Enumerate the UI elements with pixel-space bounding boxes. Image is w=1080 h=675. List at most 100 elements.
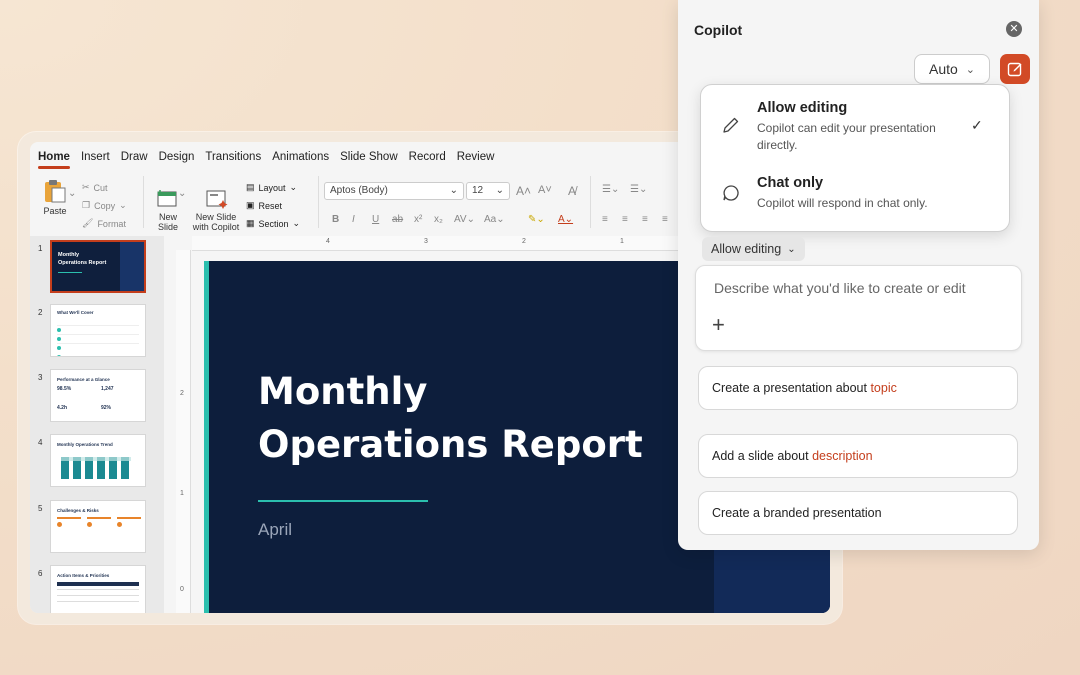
ruler-number: 0 — [180, 586, 184, 593]
thumb-line — [58, 272, 82, 273]
character-spacing-icon[interactable]: AV⌄ — [454, 214, 475, 225]
chevron-down-icon: ⌄ — [965, 63, 976, 76]
thumb-stat: 98.5% — [57, 386, 72, 392]
tab-record[interactable]: Record — [409, 145, 446, 169]
new-slide-with-copilot-button[interactable]: New Slide with Copilot — [190, 178, 242, 242]
section-button[interactable]: ▦ Section ⌄ — [246, 218, 300, 229]
tab-draw[interactable]: Draw — [121, 145, 148, 169]
font-size-select[interactable]: 12 ⌄ — [466, 182, 510, 200]
thumbnail-slide-2[interactable]: What We'll Cover — [50, 304, 146, 357]
model-select-button[interactable]: Auto ⌄ — [914, 54, 990, 84]
increase-font-icon[interactable]: A˄ — [516, 184, 531, 198]
decrease-font-icon[interactable]: A˅ — [538, 184, 552, 196]
tab-home[interactable]: Home — [38, 145, 70, 169]
ruler-number: 2 — [522, 238, 526, 245]
copilot-title: Copilot — [694, 22, 743, 38]
plus-icon[interactable]: + — [712, 312, 725, 338]
thumb-title: Monthly Operations Trend — [57, 442, 113, 447]
underline-icon[interactable]: U — [372, 214, 379, 225]
reset-button[interactable]: ▣ Reset — [246, 200, 282, 211]
brush-icon: 🖌 — [82, 218, 94, 228]
layout-button[interactable]: ▤ Layout ⌄ — [246, 182, 297, 193]
section-icon: ▦ — [246, 218, 255, 228]
paste-label: Paste — [43, 206, 67, 216]
chevron-down-icon[interactable]: ⌄ — [68, 188, 76, 199]
tab-animations[interactable]: Animations — [272, 145, 329, 169]
thumbnail-slide-4[interactable]: Monthly Operations Trend — [50, 434, 146, 487]
thumb-dot — [57, 522, 62, 527]
font-color-icon[interactable]: A⌄ — [558, 214, 573, 225]
thumb-table-row — [57, 589, 139, 590]
chevron-down-icon[interactable]: ⌄ — [178, 188, 186, 199]
copy-icon: ❐ — [82, 200, 91, 210]
thumbnail-slide-1[interactable]: Monthly Operations Report — [50, 240, 146, 293]
italic-icon[interactable]: I — [352, 214, 355, 225]
chat-bubble-icon — [723, 185, 739, 201]
thumbnail-slide-5[interactable]: Challenges & Risks — [50, 500, 146, 553]
menu-item-allow-editing[interactable]: Allow editing Copilot can edit your pres… — [701, 95, 1009, 161]
slide-title[interactable]: Monthly Operations Report — [258, 365, 643, 471]
model-label: Auto — [928, 61, 958, 77]
align-right-icon[interactable]: ≡ — [642, 214, 648, 225]
clear-format-icon[interactable]: A̸ — [568, 184, 576, 198]
suggestion-add-slide[interactable]: Add a slide about description — [698, 434, 1018, 478]
ruler-number: 2 — [180, 390, 184, 397]
strikethrough-icon[interactable]: ab — [392, 214, 403, 225]
ruler-number: 1 — [620, 238, 624, 245]
thumb-card — [87, 517, 111, 547]
chevron-down-icon: ⌄ — [449, 185, 458, 196]
thumbnail-slide-6[interactable]: Action Items & Priorities — [50, 565, 146, 613]
suggestion-highlight: description — [812, 449, 873, 463]
thumb-card — [117, 517, 141, 547]
thumb-row — [57, 337, 139, 350]
chevron-down-icon: ⌄ — [292, 218, 301, 228]
suggestion-create-presentation[interactable]: Create a presentation about topic — [698, 366, 1018, 410]
ruler-number: 3 — [424, 238, 428, 245]
prompt-input[interactable]: Describe what you'd like to create or ed… — [695, 265, 1022, 351]
suggestion-branded-presentation[interactable]: Create a branded presentation — [698, 491, 1018, 535]
thumbnail-slide-3[interactable]: Performance at a Glance 98.5% 1,247 4.2h… — [50, 369, 146, 422]
align-center-icon[interactable]: ≡ — [622, 214, 628, 225]
menu-item-chat-only[interactable]: Chat only Copilot will respond in chat o… — [701, 169, 1009, 235]
editing-mode-pill[interactable]: Allow editing ⌄ — [702, 237, 805, 261]
editing-mode-menu: Allow editing Copilot can edit your pres… — [700, 84, 1010, 232]
slide-divider — [258, 500, 428, 502]
bullets-icon[interactable]: ☰⌄ — [602, 184, 619, 195]
tab-slide-show[interactable]: Slide Show — [340, 145, 398, 169]
bold-icon[interactable]: B — [332, 214, 339, 225]
superscript-icon[interactable]: x² — [414, 214, 422, 225]
close-icon[interactable]: ✕ — [1006, 21, 1022, 37]
numbering-icon[interactable]: ☰⌄ — [630, 184, 647, 195]
separator — [143, 176, 144, 228]
font-name-select[interactable]: Aptos (Body) ⌄ — [324, 182, 464, 200]
tab-design[interactable]: Design — [159, 145, 195, 169]
tab-insert[interactable]: Insert — [81, 145, 110, 169]
format-painter-button[interactable]: 🖌 Format — [82, 218, 126, 229]
subscript-icon[interactable]: x₂ — [434, 214, 443, 225]
change-case-icon[interactable]: Aa⌄ — [484, 214, 505, 225]
align-left-icon[interactable]: ≡ — [602, 214, 608, 225]
compose-icon — [1007, 62, 1022, 77]
highlight-icon[interactable]: ✎⌄ — [528, 214, 545, 225]
menu-item-desc: Copilot can edit your presentation direc… — [757, 121, 936, 152]
menu-item-title: Chat only — [757, 175, 824, 191]
tab-review[interactable]: Review — [457, 145, 495, 169]
paste-button[interactable]: Paste — [38, 178, 72, 216]
tab-transitions[interactable]: Transitions — [205, 145, 261, 169]
cut-button[interactable]: ✂ Cut — [82, 182, 108, 193]
thumb-table-row — [57, 601, 139, 602]
thumb-title: Action Items & Priorities — [57, 573, 110, 578]
justify-icon[interactable]: ≡ — [662, 214, 668, 225]
thumb-number: 2 — [38, 308, 43, 317]
reset-icon: ▣ — [246, 200, 255, 210]
copilot-panel: Copilot ✕ Auto ⌄ Allow editing Copilot c… — [678, 0, 1039, 550]
thumb-row — [57, 346, 139, 356]
separator — [590, 176, 591, 228]
copy-button[interactable]: ❐ Copy ⌄ — [82, 200, 127, 211]
slide-subtitle[interactable]: April — [258, 520, 292, 540]
thumb-dot — [87, 522, 92, 527]
new-chat-button[interactable] — [1000, 54, 1030, 84]
thumb-accent — [120, 242, 144, 291]
thumb-dot — [117, 522, 122, 527]
thumb-number: 6 — [38, 569, 43, 578]
